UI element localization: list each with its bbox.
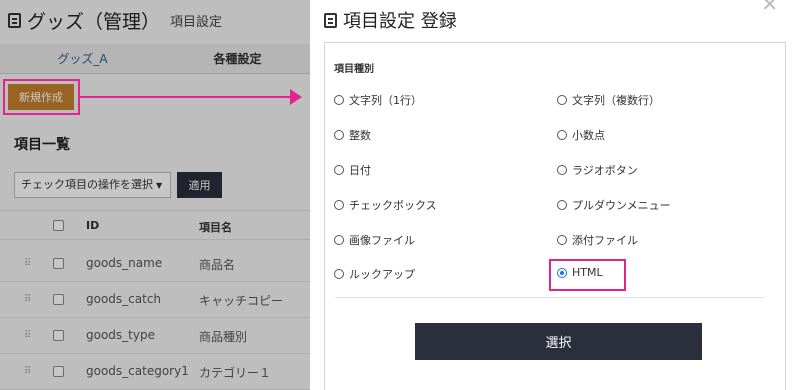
option-checkbox[interactable]: チェックボックス bbox=[334, 197, 437, 213]
option-attachment-file[interactable]: 添付ファイル bbox=[557, 232, 638, 248]
document-icon bbox=[324, 12, 337, 28]
option-label: 整数 bbox=[349, 129, 371, 142]
radio-button[interactable] bbox=[557, 200, 567, 210]
option-label: 画像ファイル bbox=[349, 234, 415, 247]
modal-header: 項目設定 登録 bbox=[324, 7, 457, 33]
field-label-item-type: 項目種別 bbox=[334, 64, 374, 75]
radio-button[interactable] bbox=[334, 95, 344, 105]
option-date[interactable]: 日付 bbox=[334, 162, 371, 178]
radio-button[interactable] bbox=[334, 269, 344, 279]
option-pulldown-menu[interactable]: プルダウンメニュー bbox=[557, 197, 671, 213]
select-button[interactable]: 選択 bbox=[415, 323, 702, 360]
option-radio-button[interactable]: ラジオボタン bbox=[557, 162, 638, 178]
annotation-arrow-icon bbox=[290, 89, 302, 105]
option-label: 添付ファイル bbox=[572, 234, 638, 247]
item-settings-modal: 項目設定 登録 ✕ 項目種別 文字列（1行） 文字列（複数行） 整数 小数点 日… bbox=[310, 0, 796, 390]
radio-button[interactable] bbox=[557, 130, 567, 140]
option-label: プルダウンメニュー bbox=[572, 199, 671, 212]
option-lookup[interactable]: ルックアップ bbox=[334, 266, 415, 282]
option-label: 文字列（1行） bbox=[349, 94, 422, 107]
option-text-single[interactable]: 文字列（1行） bbox=[334, 92, 422, 108]
divider bbox=[335, 297, 765, 298]
option-label: 文字列（複数行） bbox=[572, 94, 660, 107]
option-label: 日付 bbox=[349, 164, 371, 177]
radio-button[interactable] bbox=[334, 130, 344, 140]
radio-button[interactable] bbox=[557, 95, 567, 105]
option-image-file[interactable]: 画像ファイル bbox=[334, 232, 415, 248]
html-option-highlight bbox=[549, 259, 626, 291]
option-label: ラジオボタン bbox=[572, 164, 638, 177]
modal-title: 項目設定 登録 bbox=[343, 11, 457, 32]
radio-button[interactable] bbox=[557, 235, 567, 245]
option-label: 小数点 bbox=[572, 129, 605, 142]
radio-button[interactable] bbox=[334, 165, 344, 175]
option-label: チェックボックス bbox=[349, 199, 437, 212]
option-label: ルックアップ bbox=[349, 268, 415, 281]
radio-button[interactable] bbox=[334, 200, 344, 210]
new-button-highlight bbox=[3, 79, 80, 115]
radio-button[interactable] bbox=[557, 165, 567, 175]
radio-button[interactable] bbox=[334, 235, 344, 245]
option-text-multi[interactable]: 文字列（複数行） bbox=[557, 92, 660, 108]
modal-body: 項目種別 文字列（1行） 文字列（複数行） 整数 小数点 日付 ラジオボタン チ bbox=[324, 42, 786, 390]
annotation-arrow-line bbox=[80, 96, 292, 98]
option-decimal[interactable]: 小数点 bbox=[557, 127, 605, 143]
option-integer[interactable]: 整数 bbox=[334, 127, 371, 143]
close-icon[interactable]: ✕ bbox=[761, 0, 778, 16]
